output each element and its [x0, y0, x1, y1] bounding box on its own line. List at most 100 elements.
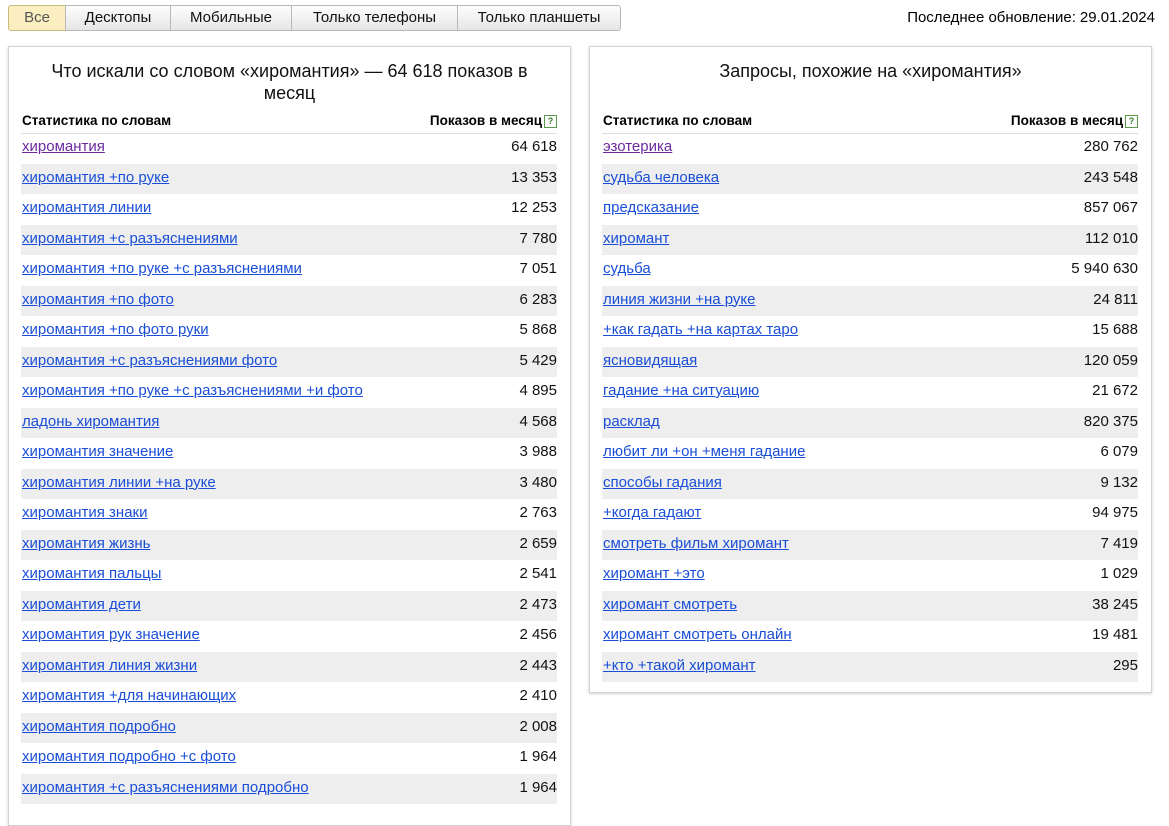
query-link[interactable]: хиромантия +с разъяснениями подробно — [22, 779, 309, 796]
table-row: +кто +такой хиромант 295 — [602, 651, 1138, 682]
query-link[interactable]: хиромантия +по руке +с разъяснениями — [22, 260, 302, 277]
query-link[interactable]: судьба — [603, 260, 651, 277]
query-link[interactable]: смотреть фильм хиромант — [603, 535, 789, 552]
shows-count: 7 419 — [1100, 534, 1138, 552]
shows-count: 21 672 — [1092, 382, 1138, 399]
query-link[interactable]: линия жизни +на руке — [603, 291, 756, 308]
query-link[interactable]: хиромантия +с разъяснениями фото — [22, 352, 277, 369]
query-link[interactable]: хиромантия +по руке — [22, 169, 169, 186]
table-row: хиромантия линии 12 253 — [21, 194, 557, 225]
table-row: +когда гадают 94 975 — [602, 499, 1138, 530]
shows-count: 2 763 — [519, 504, 557, 521]
query-link[interactable]: хиромантия подробно — [22, 718, 176, 735]
shows-count: 12 253 — [511, 199, 557, 216]
last-update-date: 29.01.2024 — [1079, 9, 1155, 26]
query-link[interactable]: хиромантия +для начинающих — [22, 687, 236, 704]
query-link[interactable]: хиромантия жизнь — [22, 535, 150, 552]
query-link[interactable]: хиромантия +по фото руки — [22, 321, 209, 338]
table-row: хиромантия линия жизни 2 443 — [21, 651, 557, 682]
query-link[interactable]: ясновидящая — [603, 352, 697, 369]
query-link[interactable]: +кто +такой хиромант — [603, 657, 756, 674]
query-link[interactable]: хиромантия линия жизни — [22, 657, 197, 674]
table-row: предсказание 857 067 — [602, 194, 1138, 225]
last-update-label: Последнее обновление: — [907, 9, 1076, 26]
tab-desktops[interactable]: Десктопы — [65, 5, 171, 31]
query-link[interactable]: способы гадания — [603, 474, 722, 491]
table-row: хиромантия подробно 2 008 — [21, 712, 557, 743]
table-row: +как гадать +на картах таро 15 688 — [602, 316, 1138, 347]
table-header: Статистика по словам Показов в месяц? — [21, 113, 557, 134]
table-row: смотреть фильм хиромант 7 419 — [602, 529, 1138, 560]
shows-count: 120 059 — [1083, 351, 1138, 369]
query-link[interactable]: хиромантия пальцы — [22, 565, 161, 582]
query-link[interactable]: хиромантия +по фото — [22, 291, 174, 308]
tab-phones-only[interactable]: Только телефоны — [291, 5, 458, 31]
col-shows-header: Показов в месяц? — [1011, 113, 1138, 128]
shows-count: 64 618 — [511, 138, 557, 155]
tab-tablets-only[interactable]: Только планшеты — [457, 5, 621, 31]
shows-count: 94 975 — [1092, 504, 1138, 521]
help-icon[interactable]: ? — [1125, 115, 1138, 128]
tab-mobile[interactable]: Мобильные — [170, 5, 292, 31]
query-link[interactable]: расклад — [603, 413, 660, 430]
query-link[interactable]: хиромантия рук значение — [22, 626, 200, 643]
table-row: хиромантия знаки 2 763 — [21, 499, 557, 530]
table-row: расклад 820 375 — [602, 407, 1138, 438]
col-shows-label: Показов в месяц — [1010, 113, 1123, 128]
last-update: Последнее обновление: 29.01.2024 — [903, 9, 1155, 26]
shows-count: 3 480 — [519, 473, 557, 491]
table-row: хиромантия +с разъяснениями 7 780 — [21, 224, 557, 255]
query-link[interactable]: хиромантия знаки — [22, 504, 148, 521]
shows-count: 1 964 — [519, 778, 557, 796]
tab-all[interactable]: Все — [8, 5, 66, 31]
similar-queries-list: эзотерика 280 762 судьба человека 243 548 пр… — [602, 133, 1138, 682]
shows-count: 5 868 — [519, 321, 557, 338]
table-row: хиромантия +по руке +с разъяснениями +и … — [21, 377, 557, 408]
query-link[interactable]: любит ли +он +меня гадание — [603, 443, 805, 460]
query-link[interactable]: хиромантия линии +на руке — [22, 474, 216, 491]
table-row: судьба 5 940 630 — [602, 255, 1138, 286]
query-link[interactable]: хиромантия — [22, 138, 105, 155]
word-stats-list: хиромантия 64 618 хиромантия +по руке 13 35… — [21, 133, 557, 804]
shows-count: 9 132 — [1100, 473, 1138, 491]
query-link[interactable]: хиромантия дети — [22, 596, 141, 613]
shows-count: 6 283 — [519, 290, 557, 308]
shows-count: 4 568 — [519, 412, 557, 430]
shows-count: 6 079 — [1100, 443, 1138, 460]
query-link[interactable]: гадание +на ситуацию — [603, 382, 759, 399]
table-row: хиромантия подробно +с фото 1 964 — [21, 743, 557, 774]
query-link[interactable]: хиромантия +по руке +с разъяснениями +и … — [22, 382, 363, 399]
query-link[interactable]: хиромантия значение — [22, 443, 173, 460]
query-link[interactable]: хиромант — [603, 230, 669, 247]
query-link[interactable]: +когда гадают — [603, 504, 701, 521]
table-row: способы гадания 9 132 — [602, 468, 1138, 499]
query-link[interactable]: хиромантия линии — [22, 199, 151, 216]
table-row: хиромантия +с разъяснениями подробно 1 96… — [21, 773, 557, 804]
shows-count: 24 811 — [1093, 290, 1138, 308]
table-row: эзотерика 280 762 — [602, 133, 1138, 164]
panel-title: Запросы, похожие на «хиромантия» — [719, 61, 1022, 81]
query-link[interactable]: хиромантия подробно +с фото — [22, 748, 236, 765]
query-link[interactable]: ладонь хиромантия — [22, 413, 159, 430]
query-link[interactable]: +как гадать +на картах таро — [603, 321, 798, 338]
query-link[interactable]: эзотерика — [603, 138, 672, 155]
query-link[interactable]: хиромант смотреть онлайн — [603, 626, 792, 643]
table-row: хиромант +это 1 029 — [602, 560, 1138, 591]
shows-count: 857 067 — [1083, 199, 1138, 216]
query-link[interactable]: предсказание — [603, 199, 699, 216]
table-row: хиромантия +по руке 13 353 — [21, 163, 557, 194]
query-link[interactable]: хиромант смотреть — [603, 596, 737, 613]
shows-count: 295 — [1112, 656, 1138, 674]
table-row: гадание +на ситуацию 21 672 — [602, 377, 1138, 408]
query-link[interactable]: хиромантия +с разъяснениями — [22, 230, 238, 247]
table-header: Статистика по словам Показов в месяц? — [602, 113, 1138, 134]
shows-count: 243 548 — [1083, 168, 1138, 186]
query-link[interactable]: хиромант +это — [603, 565, 705, 582]
shows-count: 2 659 — [519, 534, 557, 552]
help-icon[interactable]: ? — [544, 115, 557, 128]
query-link[interactable]: судьба человека — [603, 169, 719, 186]
col-shows-label: Показов в месяц — [429, 113, 542, 128]
table-row: любит ли +он +меня гадание 6 079 — [602, 438, 1138, 469]
table-row: линия жизни +на руке 24 811 — [602, 285, 1138, 316]
shows-count: 5 429 — [519, 351, 557, 369]
